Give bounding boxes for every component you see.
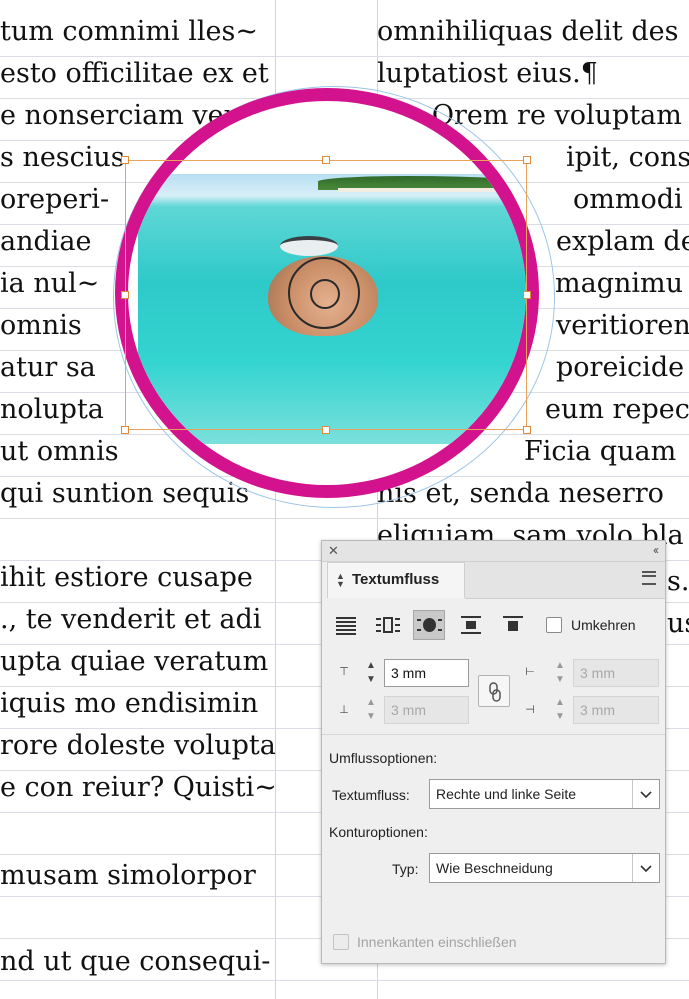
divider <box>322 734 665 735</box>
wrap-to-label: Textumfluss: <box>332 787 410 803</box>
body-text-line[interactable]: poreicide <box>556 348 684 388</box>
body-text-line[interactable]: s.¶ <box>667 562 689 602</box>
hamburger-menu-icon[interactable] <box>642 571 656 585</box>
stepper-down-icon: ▼ <box>555 674 565 685</box>
include-inside-edges-checkbox <box>333 934 349 950</box>
stepper-down-icon[interactable]: ▼ <box>362 673 380 686</box>
tab-textumfluss[interactable]: ▲ ▼ Textumfluss <box>327 562 465 598</box>
wrap-to-select[interactable]: Rechte und linke Seite <box>429 779 660 809</box>
jump-object-button[interactable] <box>455 610 487 640</box>
chain-link-icon <box>489 682 501 702</box>
panel-title: Textumfluss <box>352 571 440 588</box>
body-text-line[interactable]: nd ut que consequi- <box>0 942 275 982</box>
panel-titlebar[interactable]: ✕ ‹‹ <box>322 541 665 562</box>
stepper-up-icon[interactable]: ▲ <box>362 659 380 672</box>
right-offset-stepper: ▲ ▼ <box>549 696 571 724</box>
stepper-up-icon: ▲ <box>555 697 565 708</box>
resize-handle-ml[interactable] <box>121 291 129 299</box>
double-chevron-left-icon[interactable]: ‹‹ <box>653 543 659 557</box>
contour-options-heading: Konturoptionen: <box>329 824 428 840</box>
invert-label: Umkehren <box>571 617 636 633</box>
bottom-offset-icon: ⊥ <box>339 704 349 716</box>
body-text-line[interactable]: veritioren <box>556 306 689 346</box>
stepper-up-icon: ▲ <box>366 697 376 708</box>
right-offset-icon: ⊣ <box>525 704 535 716</box>
body-text-line[interactable]: upta quiae veratum <box>0 642 275 682</box>
resize-handle-bl[interactable] <box>121 426 129 434</box>
stepper-down-icon: ▼ <box>366 711 376 722</box>
body-text-line[interactable]: omnihiliquas delit des <box>377 12 689 52</box>
body-text-line[interactable]: ., te venderit et adi <box>0 600 275 640</box>
body-text-line[interactable]: explam de <box>556 222 689 262</box>
left-offset-icon: ⊢ <box>525 666 535 678</box>
updown-arrows-icon: ▲ ▼ <box>336 571 345 589</box>
content-grabber-center[interactable] <box>310 279 340 309</box>
no-text-wrap-button[interactable] <box>330 610 362 640</box>
body-text-line[interactable]: ihit estiore cusape <box>0 558 275 598</box>
body-text-line[interactable]: tum comnimi lles~ <box>0 12 275 52</box>
wrap-bounding-box-button[interactable] <box>372 610 404 640</box>
contour-type-select[interactable]: Wie Beschneidung <box>429 853 660 883</box>
contour-type-value: Wie Beschneidung <box>436 860 553 876</box>
resize-handle-mr[interactable] <box>523 291 531 299</box>
body-text-line[interactable]: ommodi <box>573 180 683 220</box>
bottom-offset-stepper: ▲ ▼ <box>360 696 382 724</box>
body-text-line[interactable]: Ficia quam <box>524 432 676 472</box>
left-offset-field: 3 mm <box>573 659 659 687</box>
left-offset-stepper: ▲ ▼ <box>549 659 571 687</box>
resize-handle-tm[interactable] <box>322 156 330 164</box>
bottom-offset-field: 3 mm <box>384 696 469 724</box>
body-text-line[interactable]: rore doleste volupta <box>0 726 275 766</box>
type-label: Typ: <box>392 861 419 877</box>
stepper-down-icon: ▼ <box>555 711 565 722</box>
resize-handle-tl[interactable] <box>121 156 129 164</box>
chevron-down-icon[interactable] <box>632 780 659 808</box>
body-text-line[interactable]: us <box>667 604 689 644</box>
wrap-to-value: Rechte und linke Seite <box>436 786 577 802</box>
body-text-line[interactable]: ipit, conseq <box>566 138 689 178</box>
link-offsets-button[interactable] <box>478 675 510 707</box>
include-inside-edges-label: Innenkanten einschließen <box>357 934 517 950</box>
body-text-line[interactable]: musam simolorpor <box>0 856 275 896</box>
top-offset-stepper[interactable]: ▲ ▼ <box>360 659 382 687</box>
body-text-line[interactable]: luptatiost eius.¶ <box>377 54 689 94</box>
close-icon[interactable]: ✕ <box>328 543 339 559</box>
resize-handle-bm[interactable] <box>322 426 330 434</box>
right-offset-field: 3 mm <box>573 696 659 724</box>
top-offset-field[interactable]: 3 mm <box>384 659 469 687</box>
body-text-line[interactable]: iquis mo endisimin <box>0 684 275 724</box>
body-text-line[interactable]: esto officilitae ex et <box>0 54 275 94</box>
wrap-object-shape-button[interactable] <box>413 610 445 640</box>
chevron-down-icon[interactable] <box>632 854 659 882</box>
invert-checkbox[interactable] <box>546 617 562 633</box>
wrap-options-heading: Umflussoptionen: <box>329 750 438 766</box>
resize-handle-br[interactable] <box>523 426 531 434</box>
top-offset-icon: ⊤ <box>339 666 349 678</box>
text-wrap-panel: ✕ ‹‹ ▲ ▼ Textumfluss Umkehren ⊤ ▲ ▼ 3 mm… <box>321 540 666 964</box>
body-text-line[interactable]: magnimu <box>555 264 683 304</box>
body-text-line[interactable]: eum repec <box>545 390 689 430</box>
resize-handle-tr[interactable] <box>523 156 531 164</box>
tab-strip <box>465 562 665 599</box>
jump-next-column-button[interactable] <box>497 610 529 640</box>
stepper-up-icon: ▲ <box>555 660 565 671</box>
body-text-line[interactable]: e con reiur? Quisti~ <box>0 768 275 808</box>
